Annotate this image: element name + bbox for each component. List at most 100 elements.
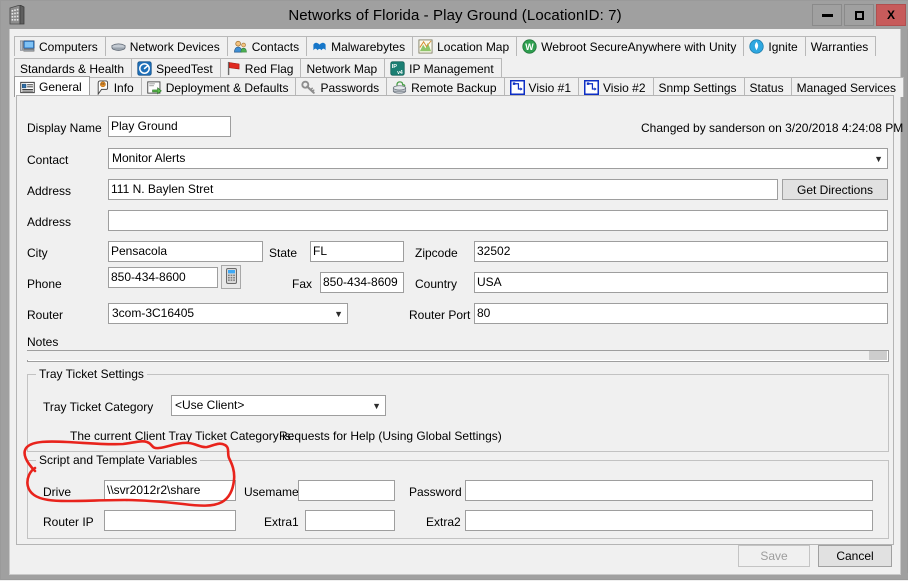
tab-general[interactable]: General bbox=[14, 76, 90, 97]
webroot-icon: W bbox=[522, 39, 537, 54]
scrollbar-thumb[interactable] bbox=[869, 351, 887, 360]
info-icon bbox=[95, 80, 110, 95]
current-category-value: Requests for Help (Using Global Settings… bbox=[279, 429, 502, 443]
tab-visio-2[interactable]: Visio #2 bbox=[579, 77, 653, 97]
notes-horizontal-scrollbar[interactable] bbox=[25, 351, 887, 360]
contact-combobox-value: Monitor Alerts bbox=[112, 151, 185, 165]
username-input[interactable] bbox=[298, 480, 395, 501]
get-directions-button[interactable]: Get Directions bbox=[782, 179, 888, 200]
window-title: Networks of Florida - Play Ground (Locat… bbox=[1, 7, 908, 24]
tab-label: Network Devices bbox=[130, 41, 220, 53]
tab-info[interactable]: Info bbox=[90, 77, 142, 97]
tab-label: General bbox=[39, 81, 82, 93]
router-port-label: Router Port bbox=[409, 308, 470, 322]
notes-input[interactable] bbox=[27, 350, 889, 362]
tab-label: Managed Services bbox=[797, 82, 896, 94]
router-port-input[interactable]: 80 bbox=[474, 303, 888, 324]
tab-warranties[interactable]: Warranties bbox=[806, 36, 877, 56]
tray-ticket-category-label: Tray Ticket Category bbox=[43, 400, 153, 414]
cancel-button[interactable]: Cancel bbox=[818, 545, 892, 567]
tab-ignite[interactable]: Ignite bbox=[744, 36, 805, 56]
minimize-icon bbox=[822, 14, 833, 17]
country-input[interactable]: USA bbox=[474, 272, 888, 293]
extra2-input[interactable] bbox=[465, 510, 873, 531]
red-flag-icon bbox=[226, 61, 241, 76]
tab-label: Contacts bbox=[252, 41, 299, 53]
passwords-key-icon bbox=[301, 80, 316, 95]
script-template-variables-title: Script and Template Variables bbox=[36, 453, 200, 467]
tab-snmp-settings[interactable]: Snmp Settings bbox=[654, 77, 745, 97]
tab-label: Deployment & Defaults bbox=[166, 82, 289, 94]
map-icon bbox=[418, 39, 433, 54]
zipcode-input[interactable]: 32502 bbox=[474, 241, 888, 262]
address1-label: Address bbox=[27, 184, 71, 198]
malwarebytes-icon bbox=[312, 39, 327, 54]
fax-input[interactable]: 850-434-8609 bbox=[320, 272, 404, 293]
tab-webroot-secureanywhere-with-unity[interactable]: W Webroot SecureAnywhere with Unity bbox=[517, 36, 744, 56]
tab-remote-backup[interactable]: Remote Backup bbox=[387, 77, 504, 97]
tab-passwords[interactable]: Passwords bbox=[296, 77, 387, 97]
tab-computers[interactable]: Computers bbox=[14, 36, 106, 56]
general-card-icon bbox=[20, 80, 35, 95]
tray-ticket-settings-group: Tray Ticket Settings Tray Ticket Categor… bbox=[27, 374, 889, 452]
tab-location-map[interactable]: Location Map bbox=[413, 36, 517, 56]
extra1-input[interactable] bbox=[305, 510, 395, 531]
router-label: Router bbox=[27, 308, 63, 322]
city-label: City bbox=[27, 246, 48, 260]
state-label: State bbox=[269, 246, 297, 260]
tab-deployment-defaults[interactable]: Deployment & Defaults bbox=[142, 77, 297, 97]
tab-label: Passwords bbox=[320, 82, 379, 94]
tab-visio-1[interactable]: Visio #1 bbox=[505, 77, 579, 97]
address2-input[interactable] bbox=[108, 210, 888, 231]
tab-label: Webroot SecureAnywhere with Unity bbox=[541, 41, 736, 53]
drive-label: Drive bbox=[43, 485, 71, 499]
drive-input[interactable]: \\svr2012r2\share bbox=[104, 480, 236, 501]
ignite-icon bbox=[749, 39, 764, 54]
country-label: Country bbox=[415, 277, 457, 291]
tab-label: Warranties bbox=[811, 41, 869, 53]
tab-network-devices[interactable]: Network Devices bbox=[106, 36, 228, 56]
changed-by-text: Changed by sanderson on 3/20/2018 4:24:0… bbox=[641, 121, 903, 135]
tab-strip-row-1: Computers Network Devices Contacts Malwareb… bbox=[14, 34, 876, 56]
chevron-down-icon: ▼ bbox=[874, 149, 883, 169]
maximize-button[interactable] bbox=[844, 4, 874, 26]
address1-input[interactable]: 111 N. Baylen Stret bbox=[108, 179, 778, 200]
fax-label: Fax bbox=[292, 277, 312, 291]
minimize-button[interactable] bbox=[812, 4, 842, 26]
zipcode-label: Zipcode bbox=[415, 246, 458, 260]
tab-label: Ignite bbox=[768, 41, 797, 53]
display-name-input[interactable]: Play Ground bbox=[108, 116, 231, 137]
visio-icon bbox=[584, 80, 599, 95]
tab-label: Visio #2 bbox=[603, 82, 645, 94]
tab-label: Computers bbox=[39, 41, 98, 53]
phone-input[interactable]: 850-434-8600 bbox=[108, 267, 218, 288]
contact-combobox[interactable]: Monitor Alerts ▼ bbox=[108, 148, 888, 169]
ip-management-icon: IPv4 bbox=[390, 61, 405, 76]
save-button[interactable]: Save bbox=[738, 545, 810, 567]
general-tab-page: Display Name Play Ground Changed by sand… bbox=[16, 95, 894, 545]
tab-managed-services[interactable]: Managed Services bbox=[792, 77, 904, 97]
chevron-down-icon: ▼ bbox=[372, 396, 381, 416]
computer-icon bbox=[20, 39, 35, 54]
city-input[interactable]: Pensacola bbox=[108, 241, 263, 262]
router-ip-input[interactable] bbox=[104, 510, 236, 531]
client-area: Computers Network Devices Contacts Malwareb… bbox=[9, 29, 901, 575]
remote-backup-icon bbox=[392, 80, 407, 95]
phone-dial-button[interactable] bbox=[221, 265, 241, 289]
contacts-icon bbox=[233, 39, 248, 54]
password-input[interactable] bbox=[465, 480, 873, 501]
tab-malwarebytes[interactable]: Malwarebytes bbox=[307, 36, 413, 56]
tray-ticket-category-combobox[interactable]: <Use Client> ▼ bbox=[171, 395, 386, 416]
tab-label: Status bbox=[750, 82, 784, 94]
close-button[interactable]: X bbox=[876, 4, 906, 26]
tab-label: Visio #1 bbox=[529, 82, 571, 94]
notes-label: Notes bbox=[27, 335, 58, 349]
router-combobox[interactable]: 3com-3C16405 ▼ bbox=[108, 303, 348, 324]
tray-ticket-settings-title: Tray Ticket Settings bbox=[36, 367, 147, 381]
tab-strip-row-3: General Info Deployment & Defaults Password… bbox=[14, 75, 904, 97]
state-input[interactable]: FL bbox=[310, 241, 404, 262]
tab-contacts[interactable]: Contacts bbox=[228, 36, 307, 56]
tab-label: Red Flag bbox=[245, 63, 294, 75]
tab-status[interactable]: Status bbox=[745, 77, 792, 97]
building-icon bbox=[4, 2, 30, 28]
